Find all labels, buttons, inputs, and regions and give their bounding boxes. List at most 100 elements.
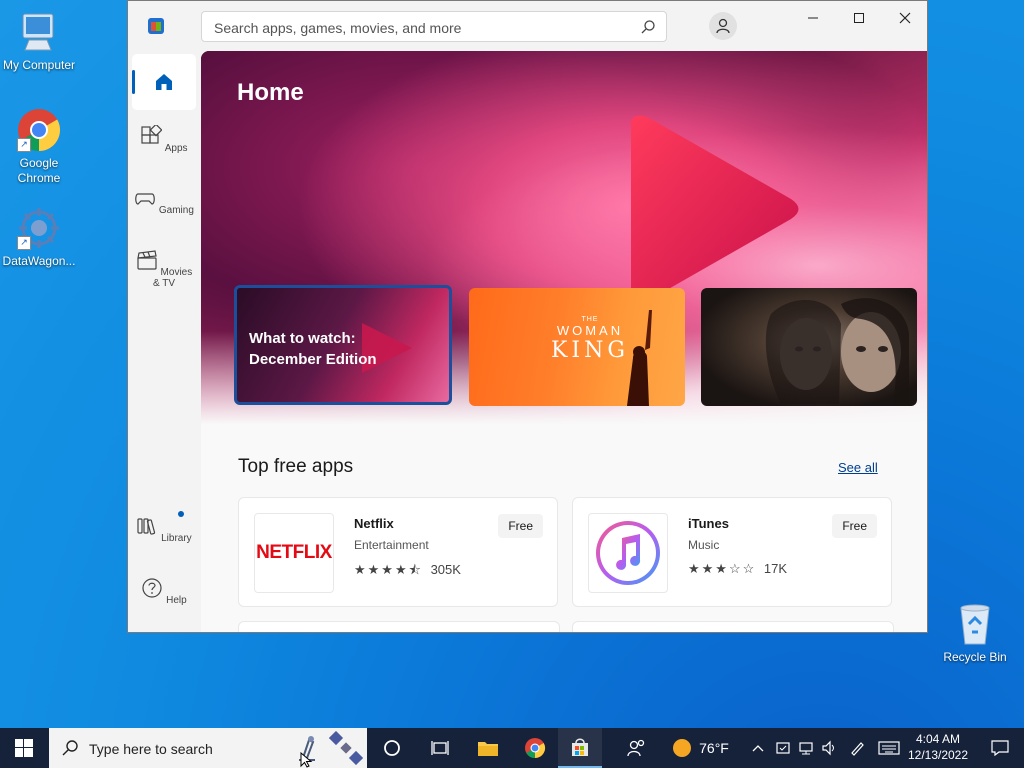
- store-search-input[interactable]: [212, 17, 636, 39]
- taskbar-search-box[interactable]: [49, 728, 367, 768]
- pen-icon: [851, 742, 864, 756]
- tray-icon-security[interactable]: [772, 728, 794, 768]
- close-icon: [899, 12, 911, 24]
- nav-item-help[interactable]: Help: [132, 568, 196, 624]
- chrome-icon: ↗: [17, 108, 61, 152]
- desktop-icon-google-chrome[interactable]: ↗ Google Chrome: [0, 108, 78, 186]
- hero-card-what-to-watch[interactable]: What to watch: December Edition: [234, 285, 452, 405]
- cortana-button[interactable]: [370, 728, 414, 768]
- app-card-netflix[interactable]: NETFLIX Netflix Entertainment ★★★★⯪ 305K…: [238, 497, 558, 607]
- desktop-icon-my-computer[interactable]: My Computer: [0, 10, 78, 73]
- shortcut-arrow-icon: ↗: [17, 138, 31, 152]
- store-logo-icon: [148, 18, 164, 34]
- maximize-icon: [854, 13, 864, 23]
- desktop-icon-recycle-bin[interactable]: Recycle Bin: [936, 602, 1014, 665]
- satellite-icon: [329, 731, 363, 765]
- star-rating: ★★★★⯪: [354, 562, 423, 577]
- search-icon[interactable]: [640, 19, 656, 35]
- desktop-icon-label: Recycle Bin: [943, 650, 1007, 664]
- star-rating: ★★★☆☆: [688, 561, 757, 576]
- netflix-logo: NETFLIX: [254, 513, 334, 593]
- app-rating-stars: ★★★★⯪ 305K: [354, 561, 461, 583]
- task-view-icon: [431, 741, 449, 755]
- sun-icon: [673, 739, 692, 757]
- tray-icon-network[interactable]: [795, 728, 817, 768]
- tray-icon-keyboard[interactable]: [876, 728, 902, 768]
- nav-item-apps[interactable]: Apps: [132, 116, 196, 172]
- chrome-taskbar-button[interactable]: [513, 728, 557, 768]
- tray-icon-volume[interactable]: [818, 728, 840, 768]
- app-card-itunes[interactable]: iTunes Music ★★★☆☆ 17K Free: [572, 497, 892, 607]
- store-icon: [572, 738, 588, 756]
- taskbar-search-input[interactable]: [87, 738, 271, 760]
- hero-card-game[interactable]: [701, 288, 917, 406]
- app-name: iTunes: [688, 516, 729, 531]
- speaker-icon: [822, 740, 834, 756]
- card-title-line2: December Edition: [249, 351, 377, 368]
- nav-item-home[interactable]: [132, 54, 196, 110]
- store-search-box[interactable]: [201, 11, 667, 42]
- chrome-icon: [525, 738, 546, 759]
- shield-icon: [776, 742, 790, 754]
- file-explorer-button[interactable]: [466, 728, 510, 768]
- people-button[interactable]: [615, 728, 659, 768]
- desktop-icon-label: My Computer: [2, 58, 76, 72]
- desktop-icon-datawagon[interactable]: ↗ DataWagon...: [0, 206, 78, 269]
- account-avatar[interactable]: [709, 12, 737, 40]
- start-button[interactable]: [0, 728, 48, 768]
- main-content: Home What to watch: December Edition THE…: [201, 51, 927, 632]
- task-view-button[interactable]: [418, 728, 462, 768]
- app-card-partial[interactable]: [572, 621, 894, 632]
- see-all-link[interactable]: See all: [838, 460, 878, 475]
- folder-icon: [478, 742, 498, 756]
- notification-icon: [991, 740, 1009, 756]
- store-window: Apps Gaming Movies & TV: [127, 0, 928, 633]
- store-taskbar-button[interactable]: [558, 728, 602, 768]
- people-icon: [627, 739, 645, 757]
- title-bar: [128, 1, 927, 51]
- desktop-icon-label: Google Chrome: [17, 156, 61, 185]
- nav-item-label: Gaming: [158, 205, 194, 216]
- update-badge: [178, 511, 184, 517]
- windows-logo-icon: [15, 739, 33, 757]
- clock-date: 12/13/2022: [907, 748, 969, 762]
- price-badge[interactable]: Free: [498, 514, 543, 538]
- desktop-icon-label: DataWagon...: [2, 254, 76, 268]
- app-card-partial[interactable]: [238, 621, 560, 632]
- nav-item-library[interactable]: Library: [132, 506, 196, 562]
- section-title-top-free-apps: Top free apps: [238, 456, 354, 477]
- app-category: Entertainment: [354, 538, 429, 552]
- cortana-icon: [384, 740, 400, 756]
- network-icon: [799, 742, 813, 755]
- nav-item-label: Apps: [164, 143, 188, 154]
- clock-time: 4:04 AM: [915, 732, 961, 746]
- show-hidden-icons-button[interactable]: [748, 728, 768, 768]
- maximize-button[interactable]: [836, 1, 882, 35]
- app-category: Music: [688, 538, 720, 552]
- hero-play-graphic: [631, 115, 799, 302]
- action-center-button[interactable]: [978, 728, 1022, 768]
- nav-item-label: Movies & TV: [152, 267, 193, 289]
- price-badge[interactable]: Free: [832, 514, 877, 538]
- rating-count: 17K: [763, 561, 788, 576]
- tray-icon-pen[interactable]: [846, 728, 868, 768]
- hero-card-woman-king[interactable]: THE WOMAN KING: [469, 288, 685, 406]
- nav-item-gaming[interactable]: Gaming: [132, 178, 196, 234]
- system-clock[interactable]: 4:04 AM 12/13/2022: [903, 731, 973, 763]
- nav-active-indicator: [132, 70, 135, 94]
- page-title: Home: [237, 79, 304, 106]
- nav-item-label: Library: [161, 533, 192, 544]
- nav-item-movies-tv[interactable]: Movies & TV: [132, 240, 196, 296]
- app-name: Netflix: [354, 516, 394, 531]
- card-title-line1: WOMAN: [556, 323, 624, 338]
- weather-widget[interactable]: 76°F: [666, 728, 736, 768]
- person-icon: [716, 18, 730, 34]
- card-title-line2: KING: [551, 338, 629, 363]
- library-icon: [137, 518, 156, 535]
- apps-icon: [141, 123, 163, 144]
- clapperboard-icon: [137, 250, 157, 270]
- close-button[interactable]: [882, 1, 927, 35]
- help-icon: [142, 578, 162, 598]
- card-title-line1: What to watch:: [249, 330, 356, 347]
- minimize-button[interactable]: [790, 1, 836, 35]
